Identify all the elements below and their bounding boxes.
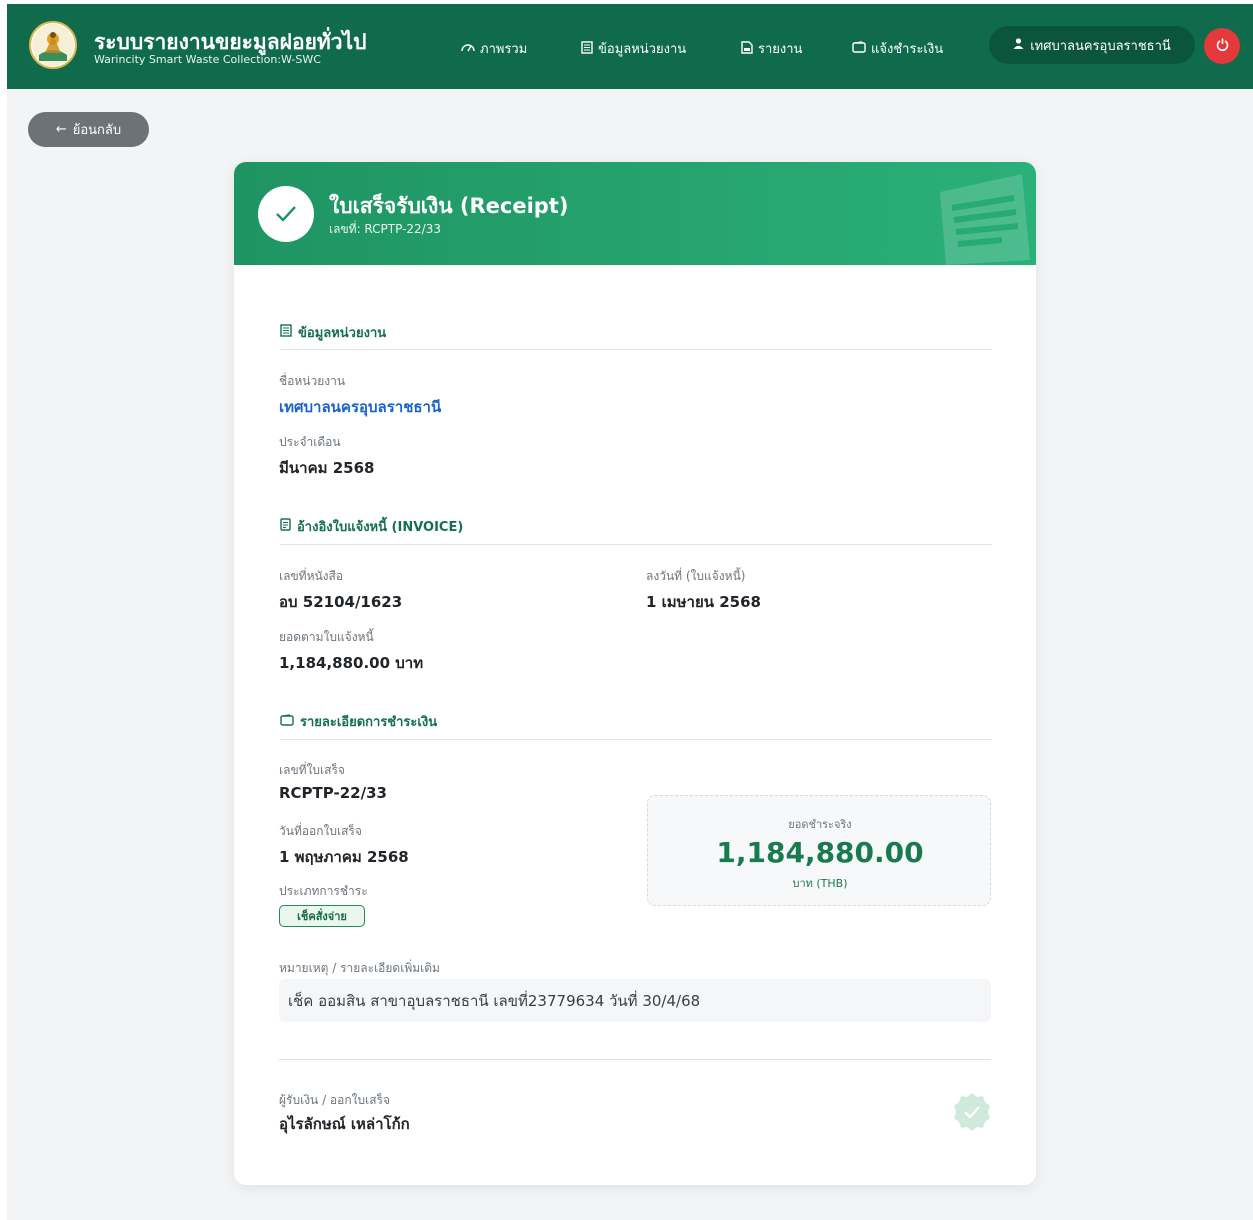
city-logo[interactable] bbox=[29, 21, 77, 69]
receipt-no-label: เลขที่ใบเสร็จ bbox=[279, 763, 345, 777]
actual-amount-label: ยอดชำระจริง bbox=[788, 818, 852, 831]
divider bbox=[280, 544, 992, 545]
receipt-card: ใบเสร็จรับเงิน (Receipt) เลขที่: RCPTP-2… bbox=[234, 162, 1036, 1185]
doc-no-label: เลขที่หนังสือ bbox=[279, 569, 344, 583]
gauge-icon bbox=[461, 41, 475, 56]
invoice-date-label: ลงวันที่ (ใบแจ้งหนี้) bbox=[646, 569, 746, 583]
report-icon bbox=[741, 40, 753, 57]
note-label: หมายเหตุ / รายละเอียดเพิ่มเติม bbox=[279, 961, 440, 975]
org-section-title: ข้อมูลหน่วยงาน bbox=[280, 322, 386, 343]
receipt-no-value: RCPTP-22/33 bbox=[279, 784, 387, 802]
nav-report[interactable]: รายงาน bbox=[741, 38, 802, 59]
user-name: เทศบาลนครอุบลราชธานี bbox=[1030, 38, 1171, 54]
wallet-icon bbox=[280, 713, 294, 730]
month-label: ประจำเดือน bbox=[279, 435, 341, 449]
power-icon bbox=[1216, 37, 1229, 55]
receipt-title: ใบเสร็จรับเงิน (Receipt) bbox=[329, 194, 569, 218]
payment-section-label: รายละเอียดการชำระเงิน bbox=[300, 715, 438, 730]
actual-amount-box: ยอดชำระจริง 1,184,880.00 บาท (THB) bbox=[647, 795, 991, 906]
check-icon bbox=[258, 186, 314, 242]
document-icon bbox=[280, 518, 291, 535]
building-icon bbox=[581, 40, 593, 57]
nav-report-label: รายงาน bbox=[758, 42, 803, 57]
app-subtitle: Warincity Smart Waste Collection:W-SWC bbox=[94, 53, 321, 66]
actual-amount-value: 1,184,880.00 bbox=[716, 836, 924, 869]
nav-overview-label: ภาพรวม bbox=[480, 42, 528, 57]
nav-payment-label: แจ้งชำระเงิน bbox=[871, 42, 944, 57]
back-label: ย้อนกลับ bbox=[72, 123, 122, 138]
signer-name: อุไรลักษณ์ เหล่าโก้ก bbox=[279, 1115, 410, 1133]
invoice-amount-value: 1,184,880.00 บาท bbox=[279, 654, 424, 672]
receipt-watermark-icon bbox=[940, 174, 1030, 265]
actual-amount-currency: บาท (THB) bbox=[792, 877, 848, 890]
org-name-label: ชื่อหน่วยงาน bbox=[279, 374, 346, 388]
nav-organization-label: ข้อมูลหน่วยงาน bbox=[598, 42, 687, 57]
org-name-value[interactable]: เทศบาลนครอุบลราชธานี bbox=[279, 395, 441, 419]
receipt-header: ใบเสร็จรับเงิน (Receipt) เลขที่: RCPTP-2… bbox=[234, 162, 1036, 265]
user-icon bbox=[1013, 37, 1024, 53]
pay-type-badge: เช็คสั่งจ่าย bbox=[279, 905, 365, 927]
invoice-section-label: อ้างอิงใบแจ้งหนี้ (INVOICE) bbox=[297, 520, 464, 535]
logout-button[interactable] bbox=[1204, 28, 1240, 64]
verified-badge-icon bbox=[954, 1093, 990, 1131]
issue-date-value: 1 พฤษภาคม 2568 bbox=[279, 848, 409, 866]
nav-organization[interactable]: ข้อมูลหน่วยงาน bbox=[581, 38, 686, 59]
receipt-number: เลขที่: RCPTP-22/33 bbox=[329, 222, 441, 236]
building-icon bbox=[280, 324, 292, 341]
nav-overview[interactable]: ภาพรวม bbox=[461, 38, 527, 59]
back-button[interactable]: ← ย้อนกลับ bbox=[28, 112, 149, 147]
pay-type-label: ประเภทการชำระ bbox=[279, 884, 368, 898]
top-navbar: ระบบรายงานขยะมูลฝอยทั่วไป Warincity Smar… bbox=[7, 4, 1253, 89]
signer-label: ผู้รับเงิน / ออกใบเสร็จ bbox=[279, 1093, 390, 1107]
note-field: เช็ค ออมสิน สาขาอุบลราชธานี เลขที่237796… bbox=[279, 979, 991, 1022]
divider bbox=[280, 349, 992, 350]
org-section-label: ข้อมูลหน่วยงาน bbox=[298, 326, 387, 341]
signature-divider bbox=[279, 1059, 991, 1060]
invoice-date-value: 1 เมษายน 2568 bbox=[646, 593, 761, 611]
payment-section-title: รายละเอียดการชำระเงิน bbox=[280, 711, 437, 732]
month-value: มีนาคม 2568 bbox=[279, 459, 375, 477]
invoice-section-title: อ้างอิงใบแจ้งหนี้ (INVOICE) bbox=[280, 516, 463, 537]
invoice-amount-label: ยอดตามใบแจ้งหนี้ bbox=[279, 630, 374, 644]
divider bbox=[280, 739, 992, 740]
doc-no-value: อบ 52104/1623 bbox=[279, 593, 403, 611]
user-menu[interactable]: เทศบาลนครอุบลราชธานี bbox=[989, 26, 1195, 64]
issue-date-label: วันที่ออกใบเสร็จ bbox=[279, 824, 362, 838]
arrow-left-icon: ← bbox=[55, 122, 67, 137]
wallet-icon bbox=[852, 41, 866, 56]
nav-payment[interactable]: แจ้งชำระเงิน bbox=[852, 38, 943, 59]
